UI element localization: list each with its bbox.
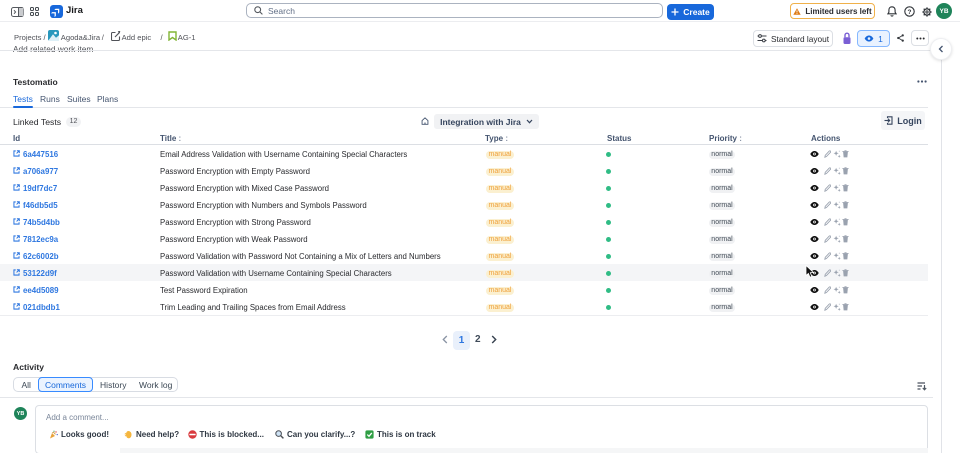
svg-text:?: ? <box>908 9 912 16</box>
